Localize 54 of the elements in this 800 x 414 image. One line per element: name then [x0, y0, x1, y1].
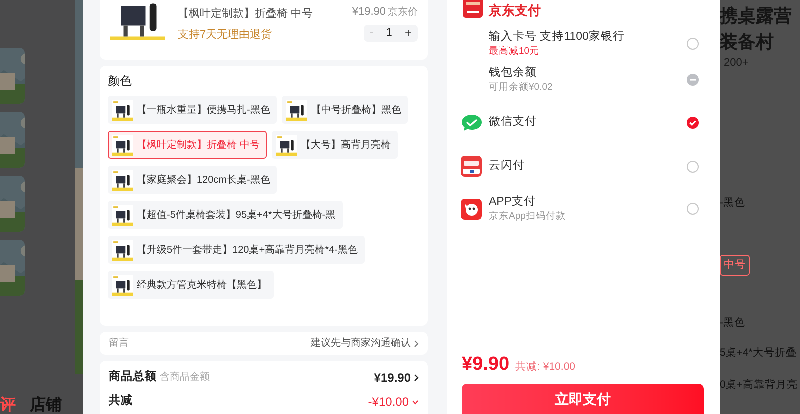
discount-amount: -¥10.00: [368, 394, 409, 411]
payment-header: 京东支付: [489, 4, 541, 17]
payment-option[interactable]: APP支付 京东App扫码付款: [447, 197, 720, 221]
option-subtitle: 京东App扫码付款: [489, 212, 566, 221]
quantity-value: 1: [386, 28, 392, 38]
option-chip[interactable]: 【中号折叠椅】黑色: [282, 96, 408, 124]
chat-bubble-icon: [461, 114, 483, 132]
chevron-right-icon[interactable]: [414, 374, 419, 382]
radio-icon[interactable]: [687, 160, 699, 172]
chevron-down-icon[interactable]: [412, 400, 419, 404]
radio-checked-icon[interactable]: [687, 117, 699, 129]
plus-button[interactable]: +: [404, 27, 412, 39]
option-label: 0桌+高靠背月亮: [720, 380, 798, 390]
pay-button[interactable]: 立即支付: [462, 384, 704, 414]
note-row[interactable]: 留言 建议先与商家沟通确认: [100, 332, 428, 355]
return-policy: 支持7天无理由退货: [178, 28, 274, 42]
discount-summary: 共减: ¥10.00: [516, 362, 576, 372]
payment-option[interactable]: 输入卡号 支持1100家银行 最高减10元: [447, 32, 720, 56]
price: ¥19.90: [352, 5, 386, 20]
option-label: 5桌+4*大号折叠: [720, 348, 797, 358]
option-label: -黑色: [720, 318, 746, 328]
summary-note: 含商品金额: [160, 370, 210, 386]
summary-label: 共减: [109, 393, 133, 410]
note-label: 留言: [109, 336, 129, 351]
section-title: 颜色: [108, 75, 133, 87]
price-label: 京东价: [388, 6, 418, 20]
option-title: 微信支付: [489, 117, 537, 129]
option-chip[interactable]: 【升级5件一套带走】120桌+高靠背月亮椅*4-黑色: [108, 236, 365, 264]
payment-option[interactable]: 云闪付: [447, 156, 720, 177]
payment-option[interactable]: 微信支付: [447, 114, 720, 132]
product-title: 装备村: [720, 33, 774, 51]
total-price: ¥9.90: [462, 355, 510, 374]
total-amount: ¥19.90: [374, 370, 411, 387]
radio-icon[interactable]: [687, 203, 699, 215]
option-subtitle: 最高减10元: [489, 46, 541, 56]
chevron-right-icon: [414, 340, 419, 348]
option-label: -黑色: [720, 198, 746, 208]
option-chip[interactable]: 【大号】高背月亮椅: [272, 131, 398, 159]
option-title: 输入卡号 支持1100家银行: [489, 32, 625, 44]
radio-icon[interactable]: [687, 38, 699, 50]
option-chip[interactable]: 【家庭聚会】120cm长桌-黑色: [108, 166, 278, 194]
summary-label: 商品总额: [109, 369, 157, 386]
product-title: 【枫叶定制款】折叠椅 中号: [178, 6, 314, 22]
option-title: 云闪付: [489, 160, 525, 172]
note-hint: 建议先与商家沟通确认: [311, 336, 411, 351]
option-chip[interactable]: 【一瓶水重量】便携马扎-黑色: [108, 96, 278, 124]
option-subtitle: 可用余额¥0.02: [489, 82, 553, 92]
option-chip[interactable]: 【超值-5件桌椅套装】95桌+4*大号折叠椅-黑: [108, 201, 343, 229]
option-chip[interactable]: 经典款方管克米特椅【黑色】: [108, 271, 274, 299]
option-title: 钱包余额: [489, 68, 538, 80]
option-chip[interactable]: 【枫叶定制款】折叠椅 中号: [108, 131, 267, 159]
option-title: APP支付: [489, 197, 538, 208]
dog-mascot-icon: [461, 198, 482, 220]
app-icon: [461, 156, 482, 177]
